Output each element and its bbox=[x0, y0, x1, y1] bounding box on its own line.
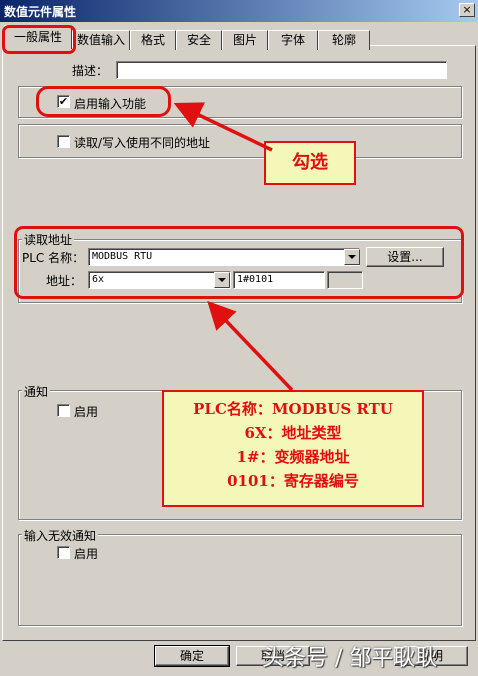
annotation-arrows bbox=[173, 102, 294, 392]
arrow-to-enable-input bbox=[173, 102, 273, 152]
watermark: 头条号 / 邹平耿耿 bbox=[262, 646, 438, 671]
arrow-to-read-address bbox=[207, 300, 294, 392]
